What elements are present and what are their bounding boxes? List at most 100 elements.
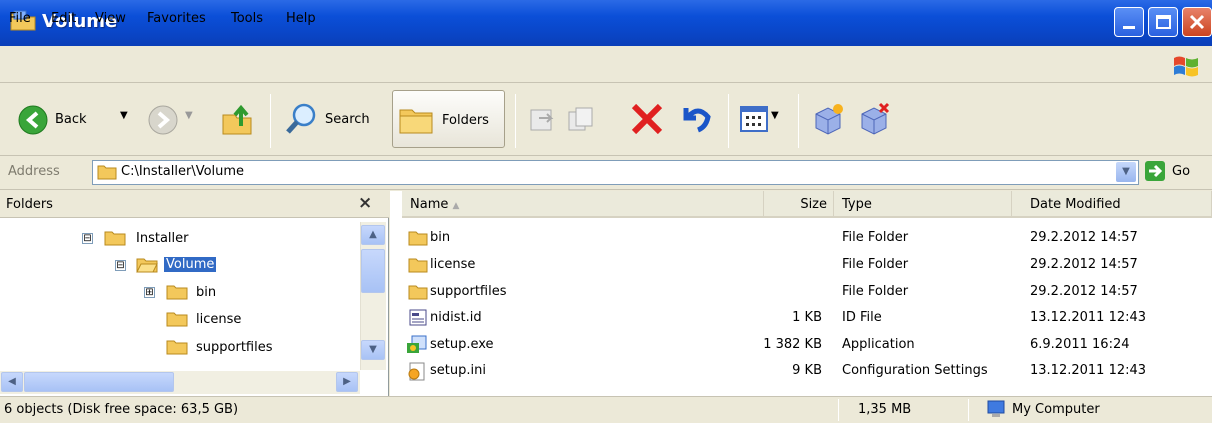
folder-icon xyxy=(408,285,428,300)
file-size: 9 KB xyxy=(792,363,822,378)
scroll-up-icon[interactable]: ▲ xyxy=(361,225,385,245)
column-name[interactable]: Name ▲ xyxy=(402,191,764,218)
back-arrow-icon[interactable] xyxy=(18,105,48,135)
views-icon[interactable] xyxy=(740,106,768,132)
file-size: 1 382 KB xyxy=(763,337,822,352)
file-name[interactable]: supportfiles xyxy=(430,284,506,299)
id-file-icon xyxy=(409,309,427,326)
my-computer-icon xyxy=(987,400,1005,417)
folder-icon xyxy=(166,312,188,327)
folders-label: Folders xyxy=(442,113,489,128)
undo-icon[interactable] xyxy=(680,102,714,134)
new-box-icon[interactable] xyxy=(812,102,846,136)
column-name-label: Name xyxy=(410,197,449,212)
close-icon xyxy=(1189,14,1205,30)
folder-icon xyxy=(408,231,428,246)
maximize-button[interactable] xyxy=(1148,7,1178,37)
file-size: 1 KB xyxy=(792,310,822,325)
close-pane-icon[interactable]: × xyxy=(358,193,372,213)
file-date: 29.2.2012 14:57 xyxy=(1030,257,1138,272)
address-dropdown-button[interactable]: ▼ xyxy=(1116,162,1136,182)
scroll-down-icon[interactable]: ▼ xyxy=(361,340,385,360)
file-type: File Folder xyxy=(842,230,909,245)
back-label[interactable]: Back xyxy=(55,112,87,127)
file-name[interactable]: nidist.id xyxy=(430,310,482,325)
file-date: 13.12.2011 12:43 xyxy=(1030,310,1147,325)
forward-arrow-icon[interactable] xyxy=(148,105,178,135)
folders-pane-header xyxy=(0,191,389,218)
tree-item-volume[interactable]: Volume xyxy=(164,257,217,272)
menu-help[interactable]: Help xyxy=(286,11,316,26)
sort-asc-icon: ▲ xyxy=(452,201,460,211)
address-label: Address xyxy=(8,164,60,179)
forward-dropdown-icon[interactable]: ▼ xyxy=(185,110,193,121)
folder-icon xyxy=(166,340,188,355)
column-date[interactable]: Date Modified xyxy=(1012,191,1212,218)
collapse-icon[interactable]: ⊟ xyxy=(115,260,126,271)
file-type: ID File xyxy=(842,310,882,325)
collapse-icon[interactable]: ⊟ xyxy=(82,233,93,244)
folder-icon xyxy=(408,258,428,273)
file-name[interactable]: license xyxy=(430,257,475,272)
menu-bar xyxy=(0,46,1212,83)
minimize-button[interactable] xyxy=(1114,7,1144,37)
scroll-left-icon[interactable]: ◀ xyxy=(1,372,23,392)
search-icon[interactable] xyxy=(284,101,320,137)
open-folder-icon xyxy=(136,258,158,273)
close-button[interactable] xyxy=(1182,7,1212,37)
tree-item-supportfiles[interactable]: supportfiles xyxy=(196,340,272,355)
tree-item-bin[interactable]: bin xyxy=(196,285,216,300)
file-name[interactable]: setup.ini xyxy=(430,363,486,378)
column-size[interactable]: Size xyxy=(764,191,834,218)
file-date: 6.9.2011 16:24 xyxy=(1030,337,1130,352)
delete-icon[interactable] xyxy=(630,104,664,134)
file-type: Configuration Settings xyxy=(842,363,988,378)
ini-file-icon xyxy=(408,362,425,381)
address-value: C:\Installer\Volume xyxy=(121,164,245,179)
copy-to-icon[interactable] xyxy=(566,104,596,134)
file-name[interactable]: bin xyxy=(430,230,450,245)
folder-icon xyxy=(97,165,117,180)
toolbar-separator xyxy=(728,94,729,148)
toolbar-separator xyxy=(798,94,799,148)
tree-item-installer[interactable]: Installer xyxy=(136,231,188,246)
toolbar-separator xyxy=(515,94,516,148)
column-type[interactable]: Type xyxy=(834,191,1012,218)
up-folder-icon[interactable] xyxy=(219,101,255,137)
status-separator xyxy=(968,399,969,421)
search-label[interactable]: Search xyxy=(325,112,370,127)
menu-favorites[interactable]: Favorites xyxy=(147,11,206,26)
file-date: 29.2.2012 14:57 xyxy=(1030,230,1138,245)
expand-icon[interactable]: ⊞ xyxy=(144,287,155,298)
folder-tree-pane xyxy=(0,191,389,396)
folder-icon xyxy=(104,231,126,246)
move-to-icon[interactable] xyxy=(527,104,557,134)
status-size: 1,35 MB xyxy=(858,402,912,417)
h-scroll-thumb[interactable] xyxy=(24,372,174,392)
address-input[interactable] xyxy=(92,160,1139,185)
menu-view[interactable]: View xyxy=(95,11,126,26)
status-location: My Computer xyxy=(1012,402,1100,417)
file-type: File Folder xyxy=(842,257,909,272)
status-objects: 6 objects (Disk free space: 63,5 GB) xyxy=(4,402,239,417)
folders-pane-title: Folders xyxy=(6,197,53,212)
go-label[interactable]: Go xyxy=(1172,164,1190,179)
explorer-window: Volume File Edit View Favorites Tools He… xyxy=(0,0,1212,423)
views-dropdown-icon[interactable]: ▼ xyxy=(771,110,779,121)
windows-logo-icon xyxy=(1174,56,1198,77)
menu-file[interactable]: File xyxy=(9,11,31,26)
file-date: 13.12.2011 12:43 xyxy=(1030,363,1147,378)
menu-edit[interactable]: Edit xyxy=(51,11,76,26)
toolbar xyxy=(0,84,1212,156)
scroll-thumb[interactable] xyxy=(361,249,385,293)
toolbar-separator xyxy=(270,94,271,148)
file-name[interactable]: setup.exe xyxy=(430,337,494,352)
menu-tools[interactable]: Tools xyxy=(231,11,263,26)
file-date: 29.2.2012 14:57 xyxy=(1030,284,1138,299)
scroll-right-icon[interactable]: ▶ xyxy=(336,372,358,392)
back-dropdown-icon[interactable]: ▼ xyxy=(120,110,128,121)
delete-box-icon[interactable] xyxy=(858,102,892,136)
go-arrow-icon[interactable] xyxy=(1144,160,1166,182)
tree-item-license[interactable]: license xyxy=(196,312,241,327)
status-separator xyxy=(838,399,839,421)
